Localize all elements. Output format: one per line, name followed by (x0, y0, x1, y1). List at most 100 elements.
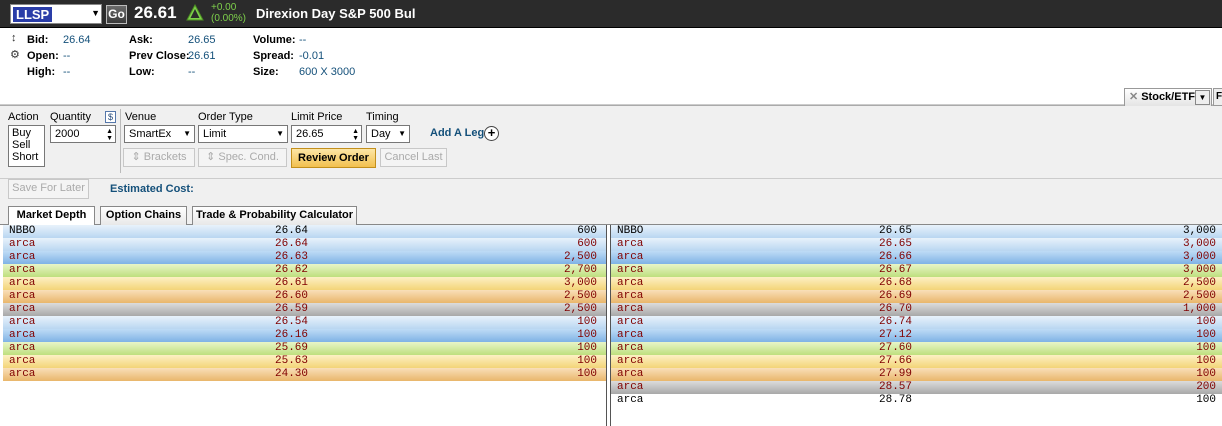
cancel-last-button[interactable]: Cancel Last (380, 148, 447, 167)
estimated-cost-label: Estimated Cost: (110, 183, 194, 195)
spin-down-icon[interactable]: ▼ (106, 135, 113, 142)
depth-size: 100 (1196, 316, 1216, 328)
quantity-stepper[interactable]: 2000 ▲ ▼ (50, 125, 116, 143)
quantity-value[interactable]: 2000 (55, 128, 79, 140)
depth-row[interactable]: arca 26.66 3,000 (611, 251, 1222, 264)
depth-row[interactable]: arca 27.99 100 (611, 368, 1222, 381)
depth-size: 200 (1196, 381, 1216, 393)
order-type-value[interactable]: Limit (203, 128, 226, 140)
depth-exchange: arca (9, 251, 36, 263)
action-buy[interactable]: Buy (12, 127, 41, 139)
depth-row[interactable]: NBBO 26.65 3,000 (611, 225, 1222, 238)
depth-exchange: arca (9, 355, 36, 367)
timing-select[interactable]: Day ▼ (366, 125, 410, 143)
spin-down-icon[interactable]: ▼ (352, 135, 359, 142)
depth-row[interactable]: arca 26.65 3,000 (611, 238, 1222, 251)
symbol-text[interactable]: LLSP (13, 7, 53, 22)
add-icon[interactable]: + (484, 126, 499, 141)
timing-value[interactable]: Day (371, 128, 391, 140)
chevron-down-icon[interactable]: ▼ (1199, 93, 1207, 102)
save-for-later-button[interactable]: Save For Later (8, 179, 89, 199)
tab-option-chains[interactable]: Option Chains (100, 206, 187, 225)
depth-row[interactable]: arca 26.60 2,500 (3, 290, 606, 303)
venue-select[interactable]: SmartEx ▼ (124, 125, 195, 143)
action-sell[interactable]: Sell (12, 139, 41, 151)
chevron-down-icon[interactable]: ▼ (276, 126, 284, 142)
depth-row[interactable]: arca 26.59 2,500 (3, 303, 606, 316)
depth-row[interactable]: arca 24.30 100 (3, 368, 606, 381)
gear-icon[interactable]: ⚙ (10, 48, 20, 61)
close-icon[interactable]: ✕ (1129, 91, 1138, 103)
limit-price-value[interactable]: 26.65 (296, 128, 324, 140)
venue-label: Venue (125, 111, 157, 123)
tab-market-depth[interactable]: Market Depth (8, 206, 95, 226)
tab-next[interactable]: F (1213, 88, 1222, 106)
depth-row[interactable]: arca 26.54 100 (3, 316, 606, 329)
depth-row[interactable]: arca 26.63 2,500 (3, 251, 606, 264)
tab-menu-button[interactable]: ▼ (1195, 90, 1210, 105)
chevron-down-icon[interactable]: ▼ (91, 8, 100, 18)
depth-row[interactable]: arca 26.70 1,000 (611, 303, 1222, 316)
depth-price: 25.69 (275, 342, 309, 354)
depth-row[interactable]: arca 27.66 100 (611, 355, 1222, 368)
depth-row[interactable]: arca 27.12 100 (611, 329, 1222, 342)
open-value: -- (63, 50, 71, 62)
spec-cond-button[interactable]: ⇕ Spec. Cond. (198, 148, 287, 167)
depth-size: 100 (1196, 368, 1216, 380)
depth-exchange: arca (617, 277, 644, 289)
venue-value[interactable]: SmartEx (129, 128, 171, 140)
depth-row[interactable]: arca 26.61 3,000 (3, 277, 606, 290)
depth-price: 26.64 (275, 225, 309, 237)
dollar-toggle-button[interactable]: $ (105, 111, 116, 123)
spin-up-icon[interactable]: ▲ (106, 128, 113, 135)
depth-size: 3,000 (1182, 225, 1216, 237)
action-short[interactable]: Short (12, 151, 41, 163)
depth-price: 25.63 (275, 355, 309, 367)
depth-row[interactable]: arca 25.63 100 (3, 355, 606, 368)
depth-row[interactable]: arca 26.69 2,500 (611, 290, 1222, 303)
depth-row[interactable]: arca 26.64 600 (3, 238, 606, 251)
depth-price: 28.57 (879, 381, 913, 393)
depth-row[interactable]: arca 26.74 100 (611, 316, 1222, 329)
depth-row[interactable]: arca 27.60 100 (611, 342, 1222, 355)
action-listbox[interactable]: Buy Sell Short (8, 125, 45, 167)
ask-label: Ask: (129, 34, 153, 46)
depth-exchange: arca (617, 251, 644, 263)
depth-exchange: arca (617, 342, 644, 354)
depth-size: 100 (1196, 394, 1216, 406)
depth-row[interactable]: arca 28.78 100 (611, 394, 1222, 407)
depth-price: 26.60 (275, 290, 309, 302)
chevron-down-icon[interactable]: ▼ (183, 126, 191, 142)
depth-row[interactable]: arca 25.69 100 (3, 342, 606, 355)
review-order-button[interactable]: Review Order (291, 148, 376, 168)
depth-size: 100 (1196, 342, 1216, 354)
depth-size: 2,700 (563, 264, 597, 276)
depth-size: 2,500 (1182, 277, 1216, 289)
sort-icon[interactable]: ↕ (11, 32, 17, 44)
chevron-down-icon[interactable]: ▼ (398, 126, 406, 142)
depth-row[interactable]: arca 26.68 2,500 (611, 277, 1222, 290)
add-leg-link[interactable]: Add A Leg (430, 127, 484, 139)
depth-price: 26.67 (879, 264, 913, 276)
depth-size: 100 (577, 368, 597, 380)
spin-up-icon[interactable]: ▲ (352, 128, 359, 135)
depth-size: 3,000 (1182, 251, 1216, 263)
limit-price-stepper[interactable]: 26.65 ▲ ▼ (291, 125, 362, 143)
depth-row[interactable]: arca 28.57 200 (611, 381, 1222, 394)
depth-size: 2,500 (563, 251, 597, 263)
depth-price: 27.60 (879, 342, 913, 354)
go-button[interactable]: Go (106, 5, 127, 24)
depth-row[interactable]: NBBO 26.64 600 (3, 225, 606, 238)
depth-exchange: arca (617, 368, 644, 380)
brackets-button[interactable]: ⇕ Brackets (123, 148, 195, 167)
order-type-select[interactable]: Limit ▼ (198, 125, 288, 143)
company-name: Direxion Day S&P 500 Bul (256, 6, 416, 21)
depth-row[interactable]: arca 26.16 100 (3, 329, 606, 342)
spread-value: -0.01 (299, 50, 325, 62)
tab-trade-probability-calculator[interactable]: Trade & Probability Calculator (192, 206, 357, 225)
depth-size: 3,000 (1182, 264, 1216, 276)
symbol-input[interactable]: LLSP ▼ (10, 4, 102, 24)
depth-row[interactable]: arca 26.62 2,700 (3, 264, 606, 277)
depth-row[interactable]: arca 26.67 3,000 (611, 264, 1222, 277)
ask-value: 26.65 (188, 34, 216, 46)
